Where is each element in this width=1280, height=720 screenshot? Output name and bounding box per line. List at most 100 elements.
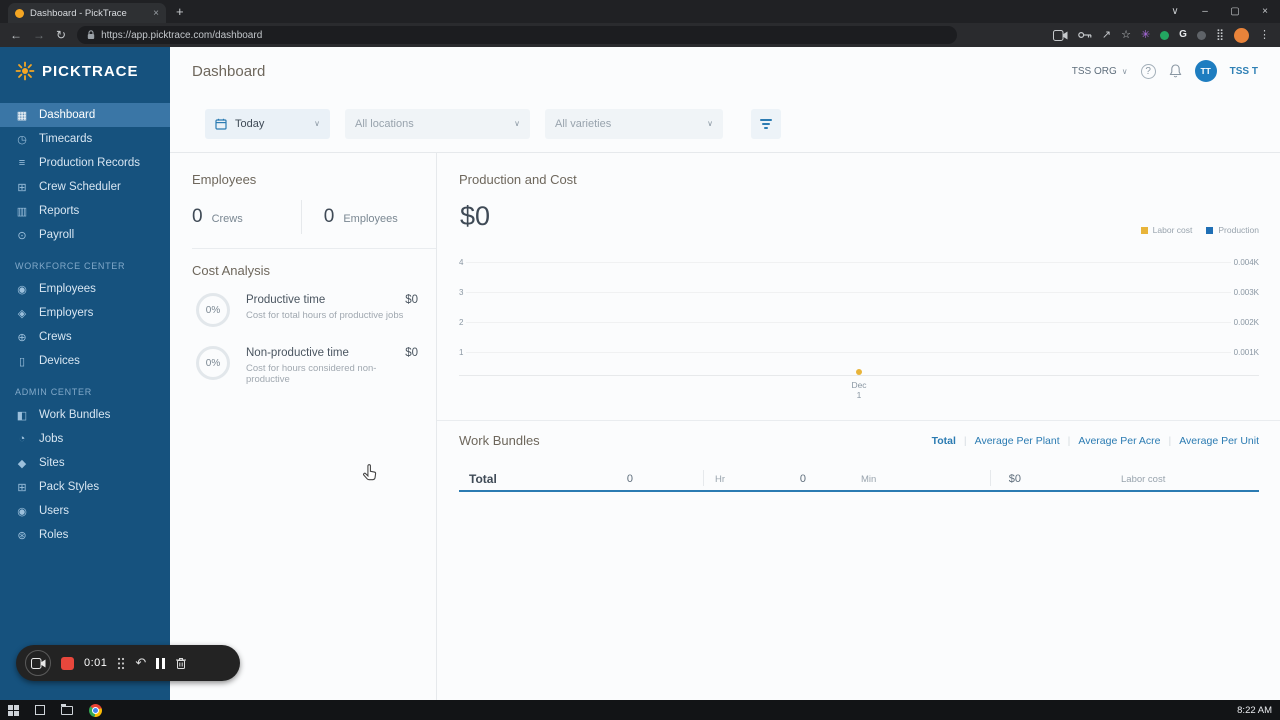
recorder-camera-button[interactable] [25,650,51,676]
back-icon[interactable]: ← [10,29,22,41]
file-explorer-icon[interactable] [61,703,73,715]
forward-icon[interactable]: → [33,29,45,41]
chart-gridline: 1 0.001K [459,348,1259,357]
sidebar-item-pack-styles[interactable]: ⊞ Pack Styles [0,475,170,499]
reload-icon[interactable]: ↻ [56,29,66,41]
sidebar-item-timecards[interactable]: ◷ Timecards [0,127,170,151]
task-view-icon[interactable] [35,705,45,715]
employees-label: Employees [343,213,398,225]
legend-label: Labor cost [1152,225,1193,235]
tab-separator: | [963,435,967,447]
sidebar-item-employees[interactable]: ◉ Employees [0,277,170,301]
cost-analysis-title: Cost Analysis [192,263,271,278]
extension-dark-icon[interactable] [1196,30,1206,40]
roles-icon: ⊛ [17,529,27,542]
divider [703,470,704,486]
cost-item-value: $0 [405,347,418,359]
sidebar-item-dashboard[interactable]: ▦ Dashboard [0,103,170,127]
sidebar-item-work-bundles[interactable]: ◧ Work Bundles [0,403,170,427]
pause-icon[interactable] [156,657,166,669]
chevron-down-icon: ∨ [314,119,320,128]
extensions-grid-icon[interactable]: ⣿ [1216,29,1224,41]
tab-average-per-unit[interactable]: Average Per Unit [1179,435,1259,447]
filter-button[interactable] [751,108,781,139]
undo-icon[interactable]: ↶ [135,655,146,671]
production-title: Production and Cost [459,172,577,187]
chart-gridline: 4 0.004K [459,258,1259,267]
start-button-icon[interactable] [8,704,19,716]
sidebar-item-label: Pack Styles [39,481,100,493]
sidebar-item-crew-scheduler[interactable]: ⊞ Crew Scheduler [0,175,170,199]
new-tab-button[interactable]: + [176,4,184,19]
y2-axis-tick: 0.003K [1230,288,1259,297]
key-icon[interactable] [1078,31,1092,39]
user-avatar[interactable]: TT [1194,60,1217,82]
stop-recording-button[interactable] [61,656,74,670]
sidebar-item-roles[interactable]: ⊛ Roles [0,523,170,547]
sidebar-item-jobs[interactable]: ◔ Jobs [0,427,170,451]
share-icon[interactable]: ↗ [1102,29,1111,41]
sidebar-item-reports[interactable]: ▥ Reports [0,199,170,223]
g-logo-icon[interactable]: G [1179,30,1187,40]
extension-flower-icon[interactable]: ✳ [1141,29,1150,41]
sidebar-item-sites[interactable]: ◆ Sites [0,451,170,475]
sidebar-nav: ▦ Dashboard ◷ Timecards ≡ Production Rec… [0,95,170,547]
cost-analysis-item-nonproductive: 0% Non-productive time Cost for hours co… [196,346,418,386]
bell-icon[interactable] [1169,64,1182,78]
window-maximize-icon[interactable]: ▢ [1220,6,1250,17]
devices-icon: ▯ [18,355,26,368]
window-minimize-icon[interactable]: – [1190,6,1220,17]
chevron-down-icon: ∨ [1121,66,1128,76]
sidebar-item-label: Employers [39,307,94,319]
screen-recorder-toolbar: 0:01 ↶ [16,645,240,681]
cost-item-description: Cost for hours considered non-productive [246,363,377,385]
varieties-filter-select[interactable]: All varieties ∨ [545,108,723,139]
y-axis-tick: 2 [459,318,467,327]
org-selector[interactable]: TSS ORG ∨ [1072,66,1128,77]
sidebar-item-crews[interactable]: ⊕ Crews [0,325,170,349]
reports-icon: ▥ [16,205,28,218]
bookmark-star-icon[interactable]: ☆ [1121,29,1131,41]
sidebar-item-label: Payroll [39,229,75,241]
browser-profile-avatar[interactable] [1234,27,1249,43]
extension-green-icon[interactable] [1160,30,1170,40]
tab-title: Dashboard - PickTrace [30,7,127,19]
camera-icon[interactable] [1052,29,1068,41]
picktrace-logo[interactable]: PICKTRACE [0,47,170,95]
tab-total[interactable]: Total [932,435,956,447]
sidebar-item-users[interactable]: ◉ Users [0,499,170,523]
y2-axis-tick: 0.002K [1230,318,1259,327]
tab-separator: | [1168,435,1172,447]
user-name[interactable]: TSS T [1230,66,1258,77]
help-button[interactable]: ? [1140,63,1156,79]
sidebar-item-payroll[interactable]: ⊙ Payroll [0,223,170,247]
sidebar-item-employers[interactable]: ◈ Employers [0,301,170,325]
browser-toolbar: ← → ↻ https://app.picktrace.com/dashboar… [0,23,1280,47]
address-bar[interactable]: https://app.picktrace.com/dashboard [77,26,958,44]
chrome-taskbar-icon[interactable] [89,703,102,717]
sidebar-item-label: Timecards [39,133,93,145]
trash-icon[interactable] [175,657,187,670]
productive-percent-ring: 0% [196,293,230,327]
sidebar-section-admin-center: ADMIN CENTER [15,387,92,397]
y-axis-tick: 1 [459,348,467,357]
x-tick-day: 1 [856,390,862,401]
drag-handle-icon[interactable] [117,657,125,670]
production-total: $0 [460,201,491,231]
tab-average-per-acre[interactable]: Average Per Acre [1078,435,1160,447]
tab-close-icon[interactable]: × [153,8,159,19]
sidebar-item-devices[interactable]: ▯ Devices [0,349,170,373]
browser-tab[interactable]: Dashboard - PickTrace × [8,3,166,23]
x-tick-month: Dec [851,380,867,390]
date-filter-select[interactable]: Today ∨ [205,108,330,139]
employers-icon: ◈ [17,307,27,320]
work-bundles-tabs: Total | Average Per Plant | Average Per … [932,435,1259,447]
chart-gridline: 2 0.002K [459,318,1259,327]
tab-average-per-plant[interactable]: Average Per Plant [975,435,1060,447]
minutes-value: 0 [799,473,806,485]
browser-menu-icon[interactable]: ⋮ [1259,29,1270,41]
tab-search-icon[interactable]: ∨ [1160,6,1190,17]
window-close-icon[interactable]: × [1250,6,1280,17]
locations-filter-select[interactable]: All locations ∨ [345,108,530,139]
sidebar-item-production-records[interactable]: ≡ Production Records [0,151,170,175]
